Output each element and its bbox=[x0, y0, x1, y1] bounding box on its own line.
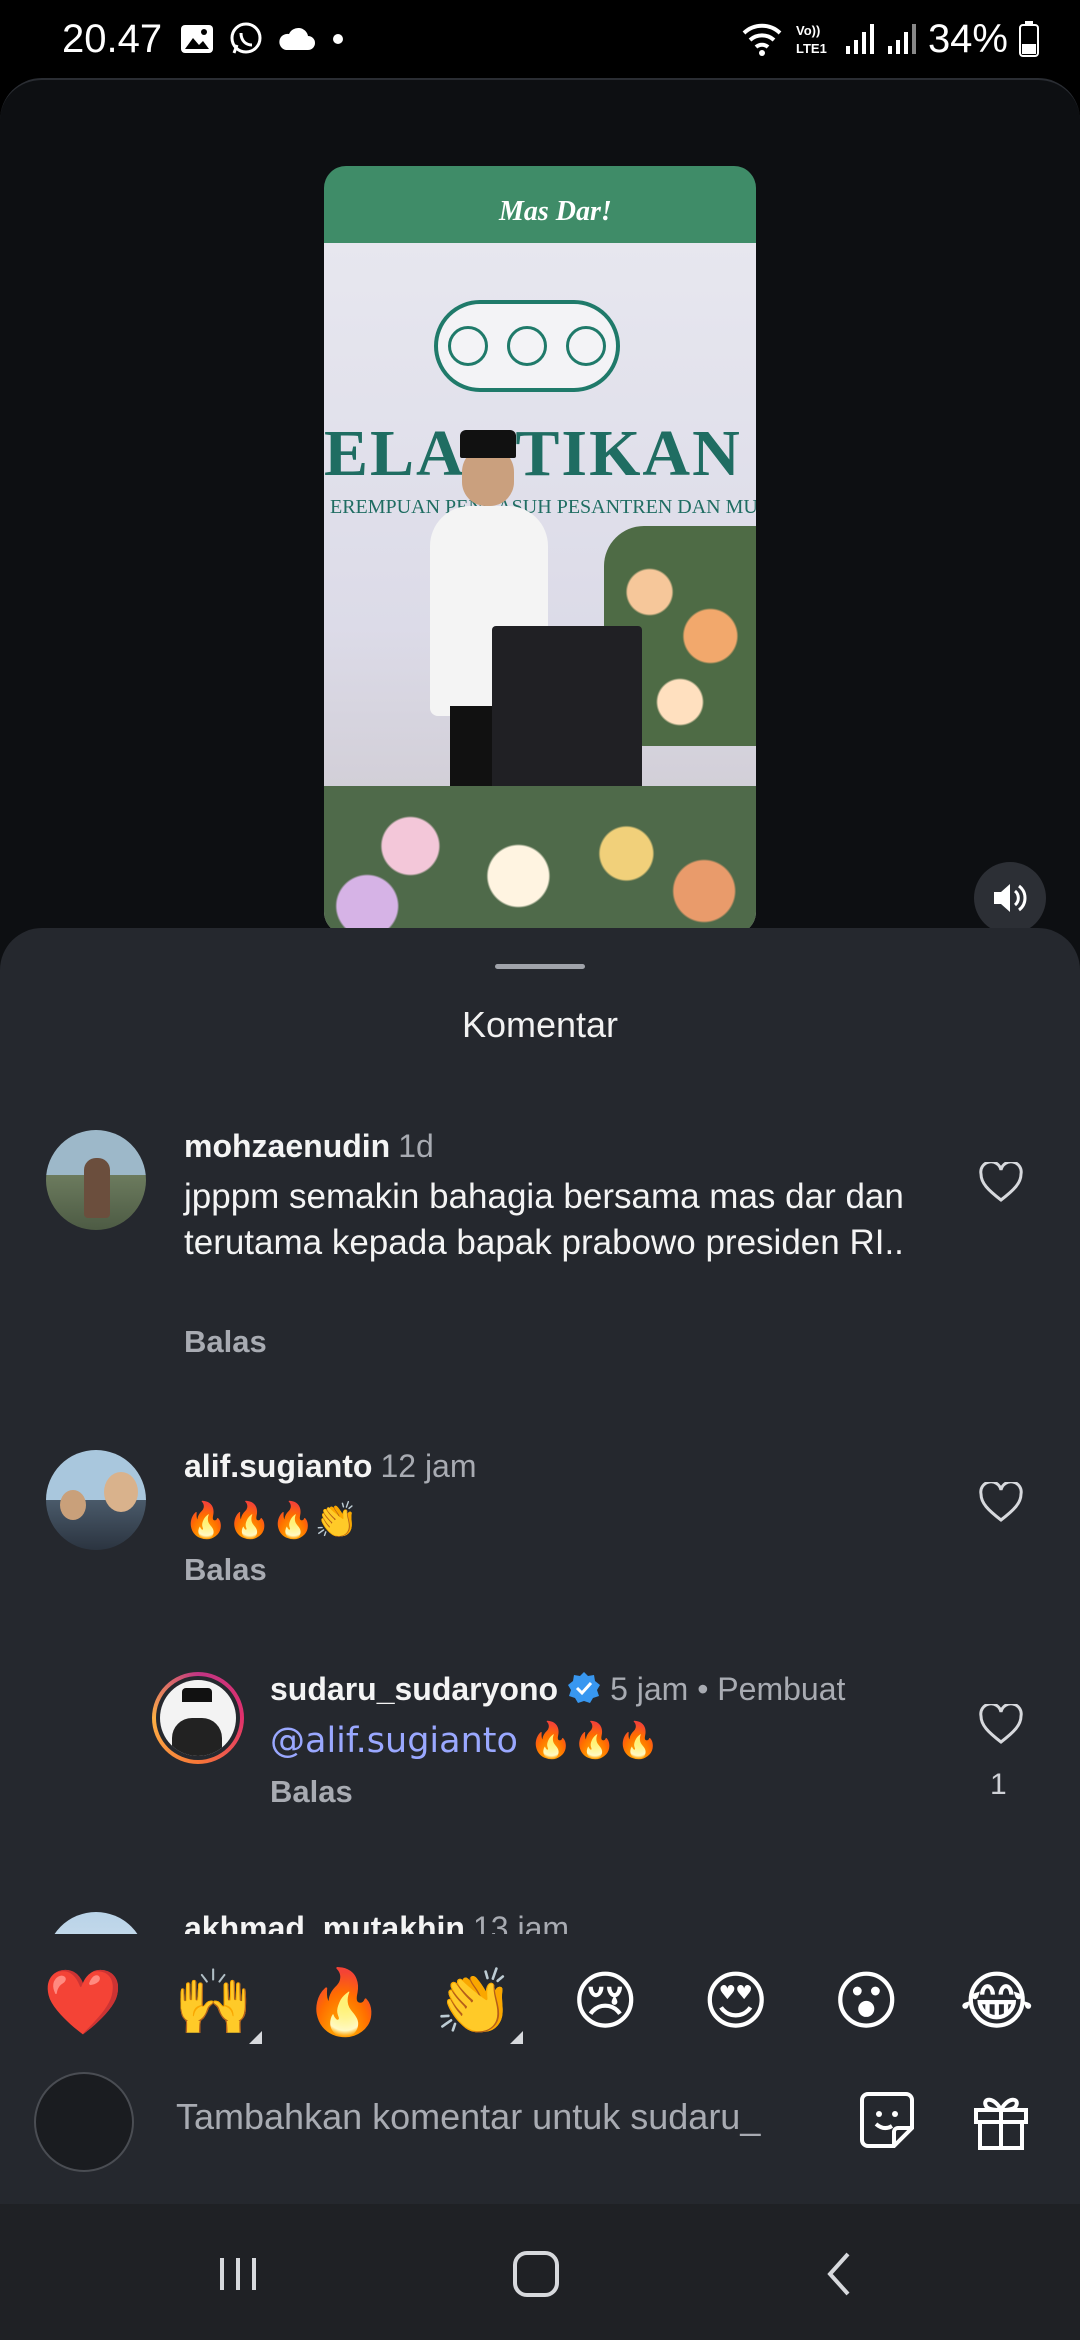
battery-percent: 34% bbox=[927, 16, 1008, 61]
reaction-emoji: 👏 bbox=[434, 1965, 515, 2040]
whatsapp-icon bbox=[230, 22, 262, 54]
reaction-laughing[interactable]: 😂 bbox=[947, 1952, 1047, 2052]
sticker-icon[interactable] bbox=[852, 2086, 922, 2156]
reaction-fire[interactable]: 🔥 bbox=[294, 1952, 394, 2052]
svg-text:Vo)): Vo)) bbox=[796, 23, 820, 38]
video-brand-mark: Mas Dar! bbox=[499, 196, 612, 227]
logo-emblem bbox=[566, 326, 607, 366]
reaction-heart-eyes[interactable]: 😍 bbox=[686, 1952, 786, 2052]
like-count: 1 bbox=[990, 1768, 1007, 1801]
status-time: 20.47 bbox=[62, 16, 163, 61]
comment-text: 🔥🔥🔥👏 bbox=[184, 1501, 359, 1541]
comment-time: 5 jam bbox=[610, 1671, 689, 1707]
banner-logos bbox=[434, 300, 620, 392]
reaction-surprised[interactable]: 😮 bbox=[816, 1952, 916, 2052]
logo-emblem bbox=[506, 326, 547, 366]
avatar[interactable] bbox=[46, 1130, 146, 1230]
status-left-icons bbox=[180, 21, 346, 57]
comment-time: 12 jam bbox=[380, 1448, 477, 1484]
wifi-icon bbox=[742, 23, 782, 56]
comment-text-body: 🔥🔥🔥 bbox=[517, 1721, 660, 1761]
reaction-clapping[interactable]: 👏 bbox=[425, 1952, 525, 2052]
dot-icon bbox=[333, 34, 344, 44]
comment-username[interactable]: sudaru_sudaryono 5 jam • Pembuat bbox=[270, 1670, 845, 1708]
comment-input[interactable]: Tambahkan komentar untuk sudaru_ bbox=[176, 2096, 816, 2152]
reply-button[interactable]: Balas bbox=[184, 1324, 267, 1360]
battery-icon bbox=[1019, 21, 1039, 57]
comment-username[interactable]: mohzaenudin 1d bbox=[184, 1128, 434, 1165]
creator-label: • Pembuat bbox=[697, 1671, 846, 1707]
username-text[interactable]: sudaru_sudaryono bbox=[270, 1671, 558, 1707]
reel-video-area[interactable]: Mas Dar! ELANTIKAN JPPPM EREMPUAN PENGAS… bbox=[0, 78, 1080, 978]
comment-item: mohzaenudin 1d jpppm semakin bahagia bers… bbox=[0, 1122, 1080, 1422]
gallery-icon bbox=[181, 25, 214, 53]
volume-icon bbox=[994, 884, 1027, 912]
skin-tone-indicator bbox=[248, 2031, 262, 2044]
reaction-crying[interactable]: 😢 bbox=[555, 1952, 655, 2052]
sheet-title: Komentar bbox=[461, 1004, 619, 1045]
heart-icon[interactable] bbox=[978, 1482, 1024, 1524]
volume-button[interactable] bbox=[974, 862, 1046, 934]
svg-text:LTE1: LTE1 bbox=[796, 41, 827, 56]
status-bar: 20.47 Vo)) LTE1 34% bbox=[0, 0, 1080, 78]
comment-text: @alif.sugianto 🔥🔥🔥 bbox=[270, 1718, 660, 1764]
heart-icon[interactable] bbox=[978, 1704, 1024, 1746]
home-icon[interactable] bbox=[506, 2244, 566, 2304]
flower-arrangement bbox=[324, 786, 756, 934]
back-icon[interactable] bbox=[810, 2244, 870, 2304]
cloud-icon bbox=[279, 27, 316, 50]
signal-icon bbox=[845, 24, 874, 54]
comment-input-row: Tambahkan komentar untuk sudaru_ bbox=[0, 2070, 1080, 2204]
comment-text: jpppm semakin bahagia bersama mas dar da… bbox=[184, 1177, 904, 1262]
username-text[interactable]: alif.sugianto bbox=[184, 1448, 372, 1484]
creator-avatar[interactable] bbox=[152, 1672, 244, 1764]
reaction-emoji: 🙌 bbox=[173, 1965, 254, 2040]
comment-reply-item: sudaru_sudaryono 5 jam • Pembuat @alif.su… bbox=[0, 1664, 1080, 1844]
verified-badge-icon bbox=[568, 1672, 601, 1703]
reply-button[interactable]: Balas bbox=[184, 1552, 267, 1588]
current-user-avatar bbox=[34, 2072, 134, 2172]
reaction-emoji: 😍 bbox=[702, 1965, 770, 2039]
comment-time: 1d bbox=[398, 1128, 434, 1164]
sheet-drag-handle[interactable] bbox=[495, 964, 585, 969]
mention-link[interactable]: @alif.sugianto bbox=[270, 1721, 518, 1761]
reaction-emoji: ❤️ bbox=[43, 1965, 124, 2040]
reaction-emoji: 😮 bbox=[832, 1965, 900, 2039]
volte-icon: Vo)) LTE1 bbox=[796, 23, 827, 56]
avatar[interactable] bbox=[46, 1450, 146, 1550]
skin-tone-indicator bbox=[509, 2031, 523, 2044]
reel-video[interactable]: Mas Dar! ELANTIKAN JPPPM EREMPUAN PENGAS… bbox=[324, 166, 756, 934]
system-nav-bar bbox=[0, 2204, 1080, 2340]
logo-emblem bbox=[447, 326, 488, 366]
quick-reactions-bar: ❤️ 🙌 🔥 👏 😢 😍 😮 😂 bbox=[0, 1934, 1080, 2070]
reaction-emoji: 😢 bbox=[571, 1965, 639, 2039]
status-right: Vo)) LTE1 34% bbox=[740, 0, 1040, 78]
comment-item: alif.sugianto 12 jam 🔥🔥🔥👏 Balas bbox=[0, 1442, 1080, 1622]
heart-icon[interactable] bbox=[978, 1162, 1024, 1204]
reaction-emoji: 🔥 bbox=[304, 1965, 385, 2040]
gift-icon[interactable] bbox=[966, 2086, 1036, 2156]
recent-apps-icon[interactable] bbox=[208, 2244, 268, 2304]
reaction-heart[interactable]: ❤️ bbox=[33, 1952, 133, 2052]
reaction-emoji: 😂 bbox=[959, 1965, 1035, 2039]
username-text[interactable]: mohzaenudin bbox=[184, 1128, 390, 1164]
reply-button[interactable]: Balas bbox=[270, 1774, 353, 1810]
comment-username[interactable]: alif.sugianto 12 jam bbox=[184, 1448, 477, 1485]
signal-icon bbox=[887, 24, 916, 54]
reaction-raising-hands[interactable]: 🙌 bbox=[164, 1952, 264, 2052]
